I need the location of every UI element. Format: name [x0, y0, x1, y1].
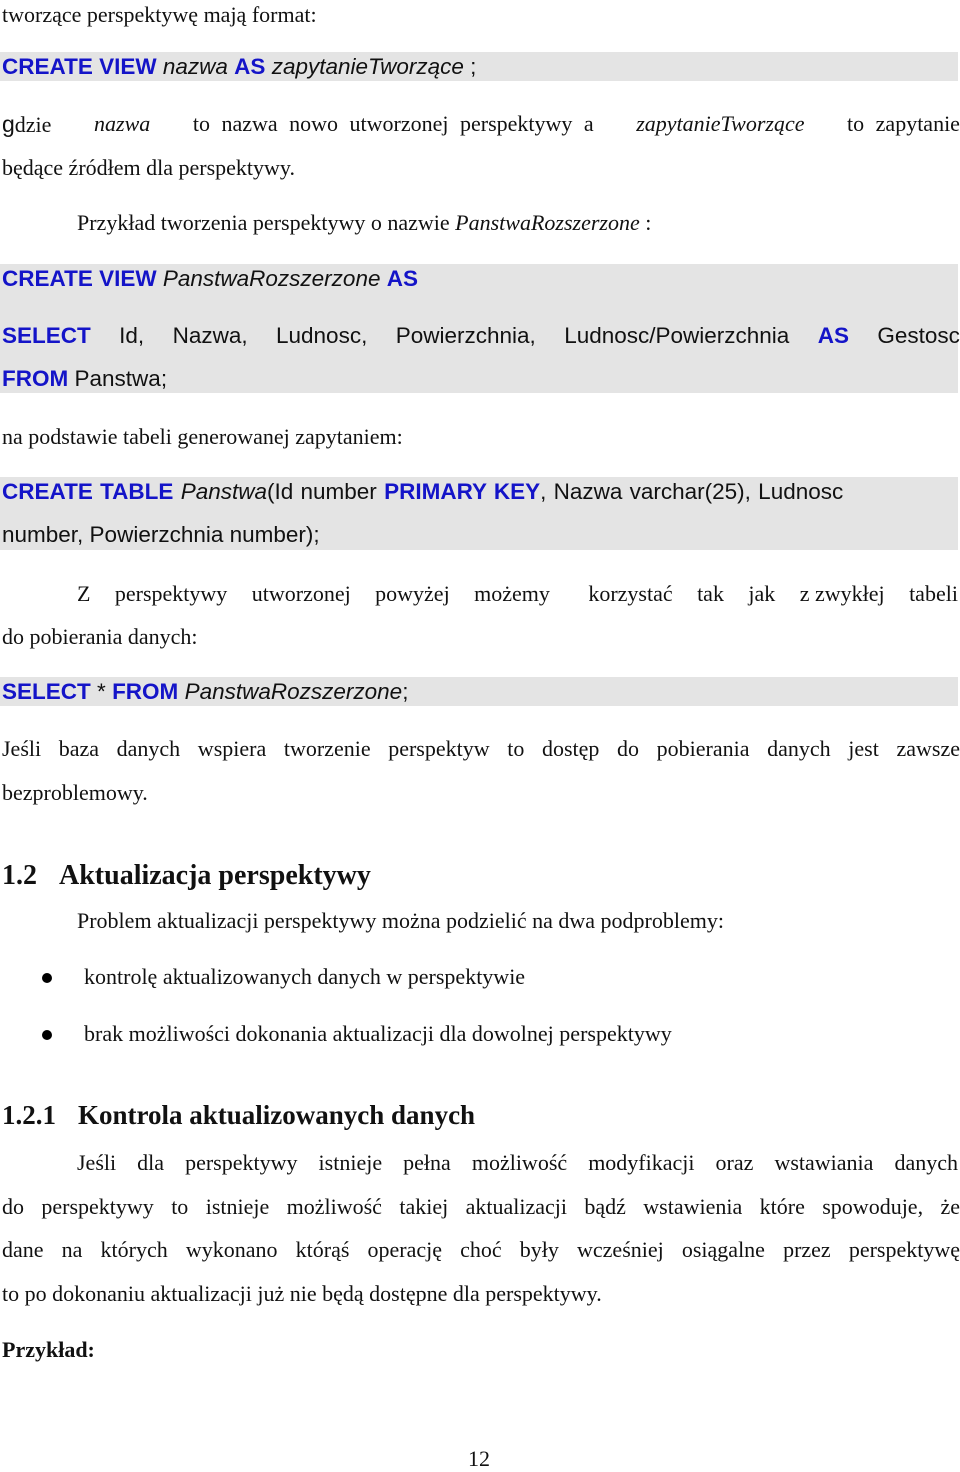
- example-intro: Przykład tworzenia perspektywy o nazwie …: [77, 210, 651, 236]
- view-name: PanstwaRozszerzone: [162, 266, 381, 291]
- table-name: Panstwa;: [74, 366, 168, 391]
- section-1-2-intro: Problem aktualizacji perspektywy można p…: [77, 908, 724, 933]
- usage-word: powyżej: [375, 581, 450, 606]
- column-nazwa: Nazwa,: [172, 323, 248, 348]
- where-paragraph-line1: gdzie nazwa to nazwa nowo utworzonej per…: [2, 111, 960, 138]
- example-label: Przykład:: [2, 1337, 95, 1362]
- usage-word: Z: [77, 581, 91, 606]
- usage-word: utworzonej: [251, 581, 351, 606]
- section-1-2-1-line2: do perspektywy to istnieje możliwość tak…: [2, 1194, 960, 1219]
- bullet-item-1: kontrolę aktualizowanych danych w perspe…: [84, 964, 526, 989]
- keyword-from: FROM: [112, 679, 179, 704]
- bullet-icon: [42, 1030, 52, 1040]
- keyword-primary-key: PRIMARY KEY: [384, 479, 541, 504]
- term-zapytanie: zapytanieTworzące: [636, 111, 805, 136]
- keyword-from: FROM: [2, 366, 69, 391]
- column-definition-id: (Id number: [267, 479, 377, 504]
- example-intro-colon: :: [645, 210, 652, 235]
- section-number: 1.2: [2, 860, 37, 891]
- semicolon: ;: [402, 679, 409, 704]
- view-code-line2: SELECT Id, Nazwa, Ludnosc, Powierzchnia,…: [2, 323, 960, 349]
- keyword-create-view: CREATE VIEW: [2, 266, 157, 291]
- keyword-as: AS: [234, 54, 266, 79]
- keyword-select: SELECT: [2, 679, 91, 704]
- syntax-line: CREATE VIEW nazwa AS zapytanieTworzące ;: [2, 54, 476, 80]
- usage-word: perspektywy: [114, 581, 228, 606]
- section-title: Aktualizacja perspektywy: [59, 860, 371, 891]
- column-definitions: , Nazwa varchar(25), Ludnosc: [540, 479, 844, 504]
- word-dzie: dzie: [14, 112, 52, 137]
- column-alias: Gestosc: [877, 323, 960, 348]
- keyword-as: AS: [386, 266, 418, 291]
- usage-paragraph-line1: Z perspektywy utworzonej powyżej możemy …: [77, 581, 958, 607]
- keyword-create-table: CREATE TABLE: [2, 479, 174, 504]
- example-intro-text: Przykład tworzenia perspektywy o nazwie: [77, 210, 450, 235]
- base-table-intro: na podstawie tabeli generowanej zapytani…: [2, 424, 403, 449]
- support-paragraph-line2: bezproblemowy.: [2, 780, 148, 805]
- column-id: Id,: [119, 323, 145, 348]
- view-name: PanstwaRozszerzone: [184, 679, 403, 704]
- usage-word: korzystać: [588, 581, 673, 606]
- create-table-line2: number, Powierzchnia number);: [2, 522, 320, 547]
- view-code-line3: FROM Panstwa;: [2, 366, 167, 392]
- term-nazwa: nazwa: [94, 111, 151, 136]
- bullet-item-2: brak możliwości dokonania aktualizacji d…: [84, 1021, 672, 1046]
- keyword-as: AS: [817, 323, 849, 348]
- select-code-line: SELECT * FROM PanstwaRozszerzone;: [2, 679, 408, 705]
- column-powierzchnia: Powierzchnia,: [395, 323, 536, 348]
- query-placeholder: zapytanieTworzące: [271, 54, 464, 79]
- keyword-create-view: CREATE VIEW: [2, 54, 157, 79]
- where-mid-text: to nazwa nowo utworzonej perspektywy a: [192, 111, 594, 136]
- usage-word: tabeli: [909, 581, 958, 606]
- intro-line: tworzące perspektywę mają format:: [2, 2, 317, 27]
- drop-g: g: [2, 111, 15, 137]
- semicolon: ;: [470, 54, 477, 79]
- where-tail-text: to zapytanie: [847, 111, 960, 136]
- usage-word: tak: [697, 581, 724, 606]
- usage-paragraph-line2: do pobierania danych:: [2, 624, 198, 649]
- where-paragraph-line2: będące źródłem dla perspektywy.: [2, 155, 296, 180]
- section-1-2-1-line4: to po dokonaniu aktualizacji już nie będ…: [2, 1281, 602, 1306]
- example-view-name: PanstwaRozszerzone: [455, 210, 640, 235]
- section-1-2-1-line3: dane na których wykonano którąś operację…: [2, 1237, 960, 1262]
- section-1-2-1-line1: Jeśli dla perspektywy istnieje pełna moż…: [77, 1150, 958, 1175]
- create-table-line1: CREATE TABLE Panstwa(Id number PRIMARY K…: [2, 479, 843, 505]
- support-paragraph-line1: Jeśli baza danych wspiera tworzenie pers…: [2, 736, 960, 761]
- usage-word: możemy: [474, 581, 550, 606]
- usage-word: z zwykłej: [799, 581, 885, 606]
- bullet-icon: [42, 973, 52, 983]
- view-code-line1: CREATE VIEW PanstwaRozszerzone AS: [2, 266, 418, 292]
- section-heading-1-2: 1.2 Aktualizacja perspektywy: [2, 860, 371, 892]
- column-expression: Ludnosc/Powierzchnia: [564, 323, 790, 348]
- keyword-select: SELECT: [2, 323, 91, 348]
- section-title: Kontrola aktualizowanych danych: [78, 1100, 476, 1130]
- section-number: 1.2.1: [2, 1100, 56, 1130]
- section-heading-1-2-1: 1.2.1 Kontrola aktualizowanych danych: [2, 1100, 475, 1131]
- view-name-placeholder: nazwa: [162, 54, 228, 79]
- select-star: *: [97, 679, 106, 704]
- usage-word: jak: [748, 581, 776, 606]
- column-ludnosc: Ludnosc,: [276, 323, 368, 348]
- table-name: Panstwa: [180, 479, 267, 504]
- page-number: 12: [468, 1446, 490, 1471]
